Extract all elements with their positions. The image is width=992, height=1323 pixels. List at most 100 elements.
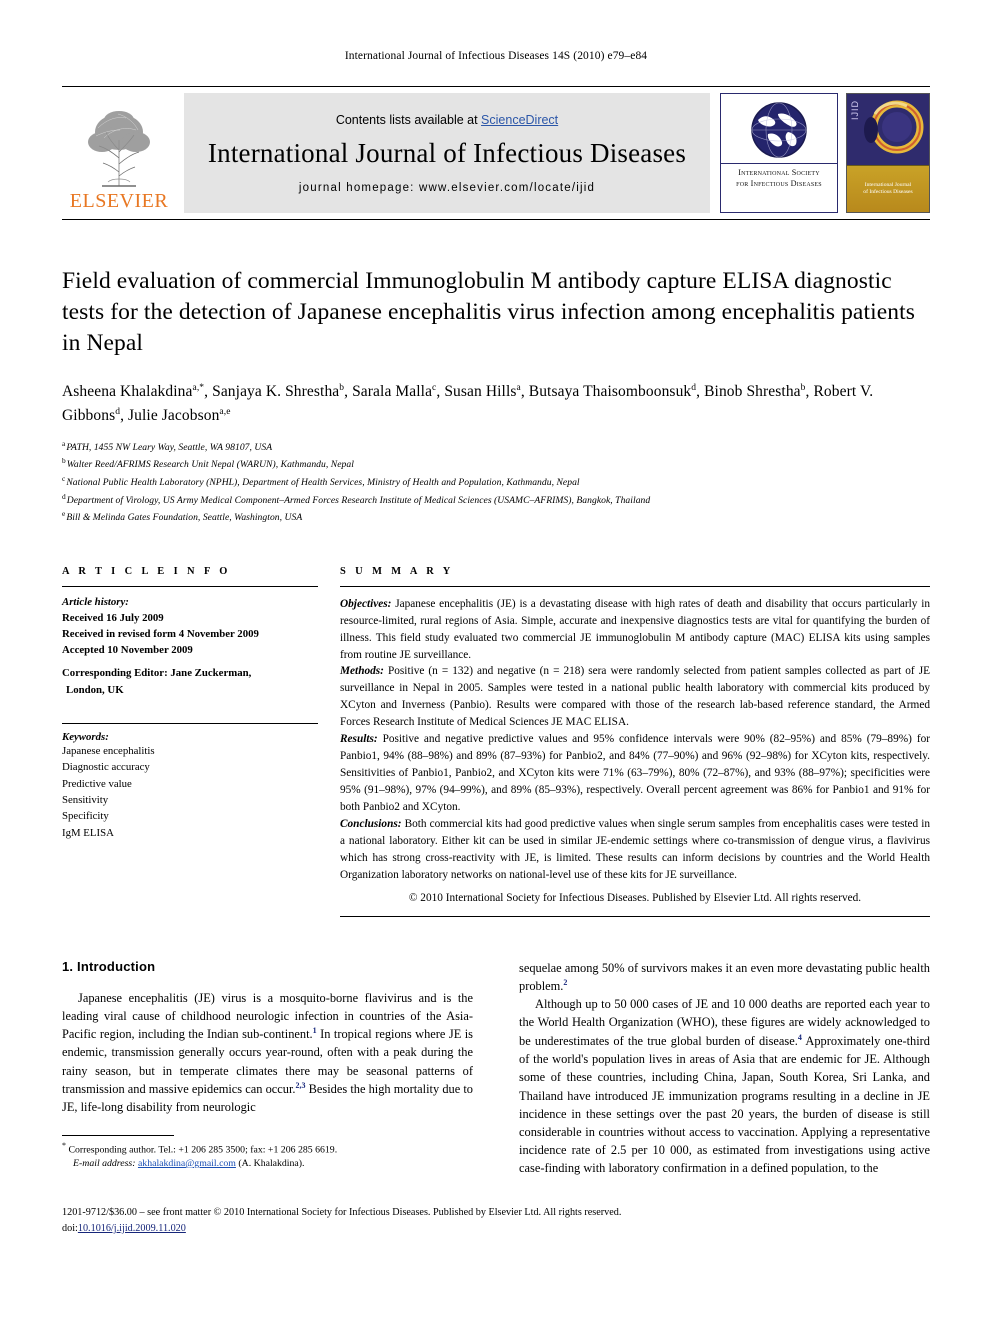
abstract: Objectives: Japanese encephalitis (JE) i… (340, 596, 930, 907)
page-title: Field evaluation of commercial Immunoglo… (62, 268, 915, 356)
keywords-label: Keywords: (62, 730, 109, 743)
article-info-rule (62, 585, 318, 587)
elsevier-tree-icon (88, 111, 150, 187)
affiliation-item: aPATH, 1455 NW Leary Way, Seattle, WA 98… (62, 438, 930, 456)
cover-title-line-1: International Journal (864, 182, 912, 189)
article-info-heading: A R T I C L E I N F O (62, 565, 231, 577)
cover-spine-text: IJID (850, 100, 860, 121)
affiliation-item: cNational Public Health Laboratory (NPHL… (62, 473, 930, 491)
citation-ref: 2 (563, 977, 568, 987)
corresponding-author-note: * Corresponding author. Tel.: +1 206 285… (62, 1140, 473, 1157)
keyword-item: IgM ELISA (62, 826, 114, 839)
keyword-item: Predictive value (62, 777, 132, 790)
right-paragraph-1: sequelae among 50% of survivors makes it… (519, 959, 930, 996)
affiliation-mark: a (62, 438, 66, 448)
summary-bottom-rule (340, 915, 930, 917)
abstract-objectives-text: Japanese encephalitis (JE) is a devastat… (340, 597, 930, 661)
cover-title-band: International Journal of Infectious Dise… (847, 165, 929, 212)
page-footer: 1201-9712/$36.00 – see front matter © 20… (62, 1205, 930, 1237)
abstract-copyright: © 2010 International Society for Infecti… (408, 891, 862, 904)
sciencedirect-link[interactable]: ScienceDirect (481, 113, 558, 127)
masthead-bottom-rule (62, 219, 930, 220)
footer-doi-line: doi:10.1016/j.ijid.2009.11.020 (62, 1221, 930, 1237)
doi-label: doi: (62, 1222, 78, 1234)
summary-heading: S U M M A R Y (340, 565, 454, 577)
email-suffix: (A. Khalakdina). (235, 1157, 305, 1169)
affiliation-list: aPATH, 1455 NW Leary Way, Seattle, WA 98… (62, 438, 930, 526)
email-link[interactable]: akhalakdina@gmail.com (138, 1158, 236, 1169)
email-label: E-mail address: (73, 1157, 136, 1169)
article-history-revised: Received in revised form 4 November 2009 (62, 628, 259, 641)
abstract-objectives-label: Objectives: (340, 597, 392, 610)
abstract-results-text: Positive and negative predictive values … (340, 733, 930, 813)
affiliation-text: Walter Reed/AFRIMS Research Unit Nepal (… (66, 459, 354, 471)
journal-title: International Journal of Infectious Dise… (207, 137, 687, 168)
isid-logo: International Society for Infectious Dis… (720, 93, 838, 213)
elsevier-logo: ELSEVIER (62, 93, 176, 213)
corresponding-editor: Corresponding Editor: Jane Zuckerman, Lo… (62, 665, 318, 697)
article-info-column: A R T I C L E I N F O Article history: R… (62, 566, 340, 917)
keyword-item: Sensitivity (62, 794, 109, 807)
contents-line: Contents lists available at ScienceDirec… (336, 113, 558, 127)
body-columns: 1. Introduction Japanese encephalitis (J… (62, 959, 930, 1178)
contents-prefix: Contents lists available at (335, 112, 482, 127)
affiliation-mark: e (62, 509, 66, 519)
corresponding-author-text: Corresponding author. Tel.: +1 206 285 3… (66, 1143, 338, 1155)
corresponding-editor-name: Jane Zuckerman, (167, 667, 252, 680)
section-heading-introduction: 1. Introduction (62, 958, 156, 974)
affiliation-mark: b (62, 456, 66, 466)
globe-icon (748, 94, 810, 163)
abstract-objectives: Objectives: Japanese encephalitis (JE) i… (340, 596, 930, 664)
affiliation-mark: d (62, 491, 66, 501)
info-summary-band: A R T I C L E I N F O Article history: R… (62, 566, 930, 917)
abstract-conclusions: Conclusions: Both commercial kits had go… (340, 816, 930, 884)
keyword-item: Diagnostic accuracy (62, 761, 150, 774)
running-head: International Journal of Infectious Dise… (344, 50, 648, 62)
abstract-methods: Methods: Positive (n = 132) and negative… (340, 663, 930, 731)
footer-frontmatter-line: 1201-9712/$36.00 – see front matter © 20… (62, 1207, 622, 1218)
isid-line-2: for Infectious Diseases (736, 179, 822, 189)
right-p2-part-b: Approximately one-third of the world's p… (519, 1033, 930, 1176)
right-paragraph-2: Although up to 50 000 cases of JE and 10… (519, 995, 930, 1177)
keyword-item: Specificity (62, 810, 109, 823)
corresponding-editor-label: Corresponding Editor: (62, 667, 168, 680)
journal-masthead: ELSEVIER Contents lists available at Sci… (62, 93, 930, 213)
abstract-methods-text: Positive (n = 132) and negative (n = 218… (340, 665, 930, 729)
article-history-accepted: Accepted 10 November 2009 (62, 644, 193, 657)
email-note: E-mail address: akhalakdina@gmail.com (A… (62, 1157, 473, 1171)
isid-line-1: International Society (738, 168, 820, 177)
affiliation-item: bWalter Reed/AFRIMS Research Unit Nepal … (62, 455, 930, 473)
corresponding-editor-line: Corresponding Editor: Jane Zuckerman, (62, 665, 318, 681)
masthead-top-rule (62, 86, 930, 87)
affiliation-text: National Public Health Laboratory (NPHL)… (66, 477, 580, 489)
abstract-conclusions-text: Both commercial kits had good predictive… (340, 817, 930, 881)
journal-homepage[interactable]: journal homepage: www.elsevier.com/locat… (299, 182, 595, 194)
footnote-rule (62, 1134, 174, 1136)
article-history: Article history: Received 16 July 2009 R… (62, 594, 318, 659)
affiliation-item: eBill & Melinda Gates Foundation, Seattl… (62, 508, 930, 526)
abstract-results: Results: Positive and negative predictiv… (340, 731, 930, 816)
keyword-item: Japanese encephalitis (62, 744, 155, 757)
author-list: Asheena Khalakdinaa,*, Sanjaya K. Shrest… (62, 380, 930, 427)
affiliation-mark: c (62, 474, 66, 483)
abstract-methods-label: Methods: (340, 665, 384, 678)
doi-link[interactable]: 10.1016/j.ijid.2009.11.020 (78, 1223, 186, 1234)
masthead-center: Contents lists available at ScienceDirec… (184, 93, 710, 213)
abstract-conclusions-label: Conclusions: (340, 817, 402, 830)
journal-cover-thumbnail: IJID International Journal of Infectious… (846, 93, 930, 213)
isid-society-name: International Society for Infectious Dis… (721, 163, 837, 193)
keywords-rule (62, 722, 318, 724)
summary-column: S U M M A R Y Objectives: Japanese encep… (340, 566, 930, 917)
article-history-label: Article history: (62, 595, 129, 608)
abstract-results-label: Results: (340, 733, 378, 746)
body-column-left: 1. Introduction Japanese encephalitis (J… (62, 959, 496, 1178)
summary-rule (340, 585, 930, 587)
footnote-block: * Corresponding author. Tel.: +1 206 285… (62, 1134, 473, 1172)
elsevier-wordmark: ELSEVIER (69, 190, 169, 212)
affiliation-text: Bill & Melinda Gates Foundation, Seattle… (66, 512, 303, 524)
keywords-block: Keywords: Japanese encephalitis Diagnost… (62, 715, 318, 841)
corresponding-editor-city: London, UK (66, 683, 124, 696)
right-p1-text: sequelae among 50% of survivors makes it… (519, 960, 930, 993)
intro-paragraph-1: Japanese encephalitis (JE) virus is a mo… (62, 989, 473, 1117)
affiliation-text: Department of Virology, US Army Medical … (66, 494, 651, 506)
